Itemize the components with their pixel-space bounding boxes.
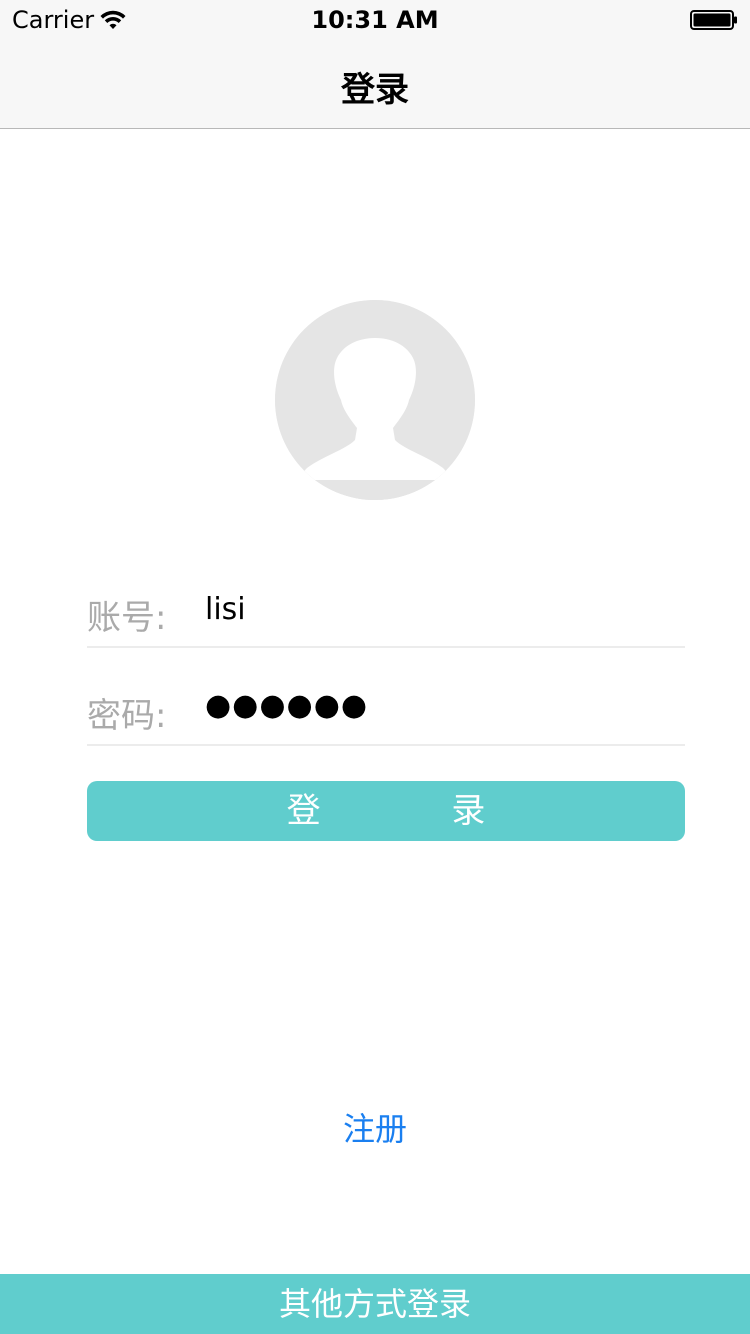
status-bar: Carrier 10:31 AM — [0, 0, 750, 40]
login-screen: Carrier 10:31 AM 登录 账号: lisi 密码: ●●●●●● … — [0, 0, 750, 1334]
battery-icon — [690, 10, 738, 30]
other-login-button[interactable]: 其他方式登录 — [0, 1274, 750, 1334]
login-button[interactable]: 登 录 — [87, 781, 685, 841]
user-placeholder-icon — [275, 300, 475, 500]
navigation-bar: 登录 — [0, 40, 750, 129]
account-input[interactable]: lisi — [205, 592, 246, 627]
password-input[interactable]: ●●●●●● — [205, 688, 368, 723]
password-field[interactable]: 密码: ●●●●●● — [87, 674, 685, 746]
account-label: 账号: — [87, 598, 167, 638]
account-field[interactable]: 账号: lisi — [87, 576, 685, 648]
avatar[interactable] — [275, 300, 475, 500]
register-link[interactable]: 注册 — [0, 1104, 750, 1150]
page-title: 登录 — [341, 70, 409, 110]
password-label: 密码: — [87, 696, 167, 736]
status-time: 10:31 AM — [311, 6, 439, 34]
